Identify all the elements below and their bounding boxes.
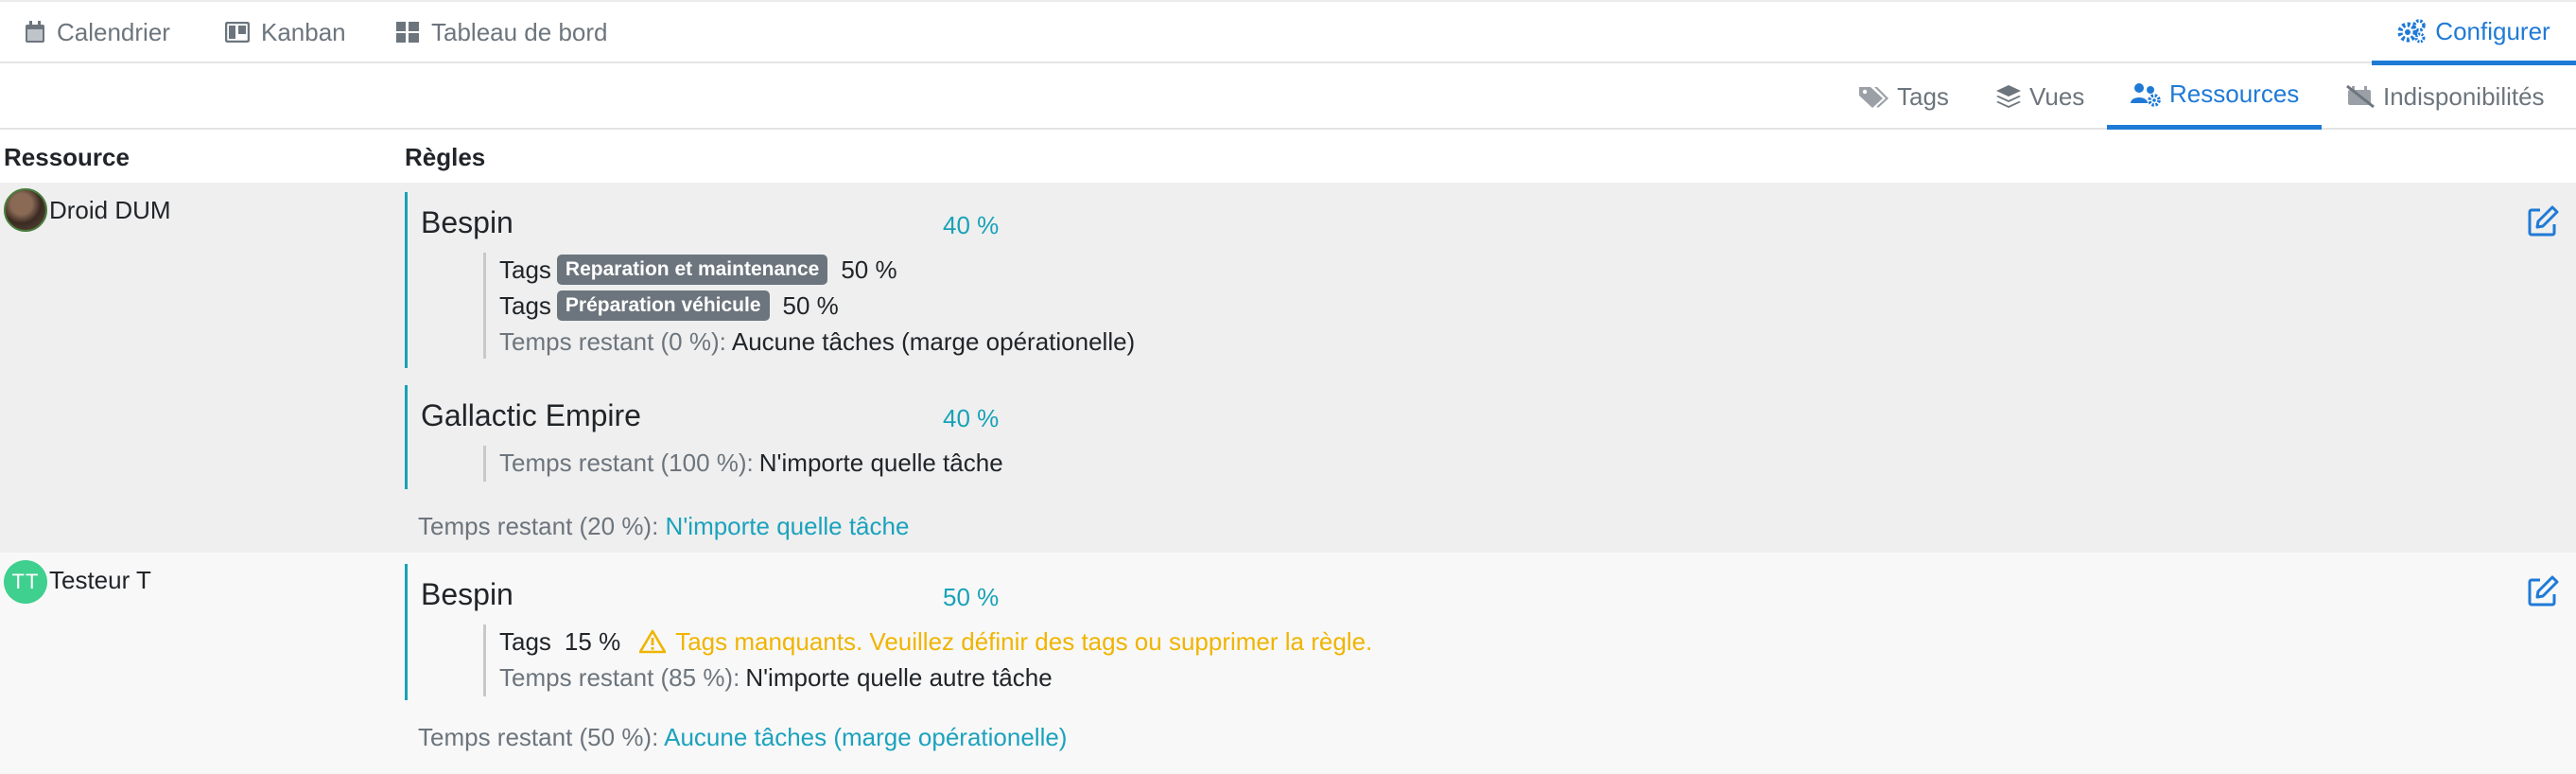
resource-remaining: Temps restant (20 %): N'importe quelle t…: [418, 512, 909, 541]
rule-list: Temps restant (100 %): N'importe quelle …: [483, 446, 1334, 482]
users-gear-icon: [2131, 82, 2161, 107]
tab-resources[interactable]: Ressources: [2107, 63, 2323, 130]
project-percent: 40 %: [943, 211, 1000, 239]
tab-tags-label: Tags: [1897, 81, 1949, 111]
avatar: [4, 188, 47, 232]
dashboard-icon: [396, 22, 419, 43]
rule-remaining: Temps restant (85 %): N'importe quelle a…: [499, 660, 1053, 695]
remaining-value: N'importe quelle autre tâche: [745, 662, 1053, 692]
tab-views[interactable]: Vues: [1973, 63, 2107, 130]
rule-value: 50 %: [841, 255, 897, 284]
resource-name: Droid DUM: [49, 196, 171, 224]
warning-text: Tags manquants. Veuillez définir des tag…: [675, 626, 1373, 656]
warning-icon: [639, 629, 667, 654]
remaining-label: Temps restant (0 %):: [499, 326, 726, 356]
table-row: Droid DUM Bespin 40 % Tags Reparation et…: [0, 183, 2576, 553]
tag-badge: Reparation et maintenance: [556, 255, 828, 285]
table-row: TT Testeur T Bespin 50 % Tags 15 % Tags …: [0, 553, 2576, 774]
kanban-icon: [225, 22, 250, 43]
edit-icon[interactable]: [2527, 205, 2559, 237]
nav-dashboard-label: Tableau de bord: [431, 17, 608, 46]
config-tabs: Tags Vues Ressources Indisponibilités: [0, 63, 2576, 130]
resource-name: Testeur T: [49, 566, 151, 594]
rule-label: Tags: [499, 626, 551, 656]
tab-unavailabilities-label: Indisponibilités: [2383, 81, 2545, 111]
rule-remaining: Temps restant (100 %): N'importe quelle …: [499, 446, 1003, 480]
nav-calendar[interactable]: Calendrier: [25, 15, 170, 49]
unavailable-icon: [2346, 84, 2375, 109]
remaining-label: Temps restant (100 %):: [499, 448, 754, 477]
remaining-value-link[interactable]: Aucune tâches (marge opérationelle): [664, 723, 1067, 751]
tab-tags[interactable]: Tags: [1835, 63, 1972, 130]
remaining-value: N'importe quelle tâche: [758, 448, 1003, 477]
rule-list: Tags Reparation et maintenance 50 % Tags…: [483, 253, 1334, 359]
nav-dashboard[interactable]: Tableau de bord: [395, 15, 607, 49]
calendar-icon: [26, 21, 44, 43]
tag-badge: Préparation véhicule: [556, 290, 770, 321]
gears-icon: [2397, 19, 2427, 44]
tab-resources-label: Ressources: [2169, 79, 2300, 108]
tab-views-label: Vues: [2029, 81, 2085, 111]
project-name: Bespin: [421, 577, 513, 611]
remaining-value-link[interactable]: N'importe quelle tâche: [666, 512, 910, 540]
layers-icon: [1996, 85, 2021, 108]
project-percent: 50 %: [943, 583, 1000, 611]
remaining-label: Temps restant (50 %):: [418, 723, 659, 751]
configure-button[interactable]: Configurer: [2372, 2, 2576, 65]
project-name: Bespin: [421, 205, 513, 239]
rule-warning: Tags manquants. Veuillez définir des tag…: [639, 627, 1372, 657]
rule-item: Tags 15 % Tags manquants. Veuillez défin…: [499, 624, 1372, 659]
resource-remaining: Temps restant (50 %): Aucune tâches (mar…: [418, 723, 1067, 752]
project-name: Gallactic Empire: [421, 398, 641, 432]
remaining-label: Temps restant (20 %):: [418, 512, 659, 540]
nav-kanban[interactable]: Kanban: [225, 15, 346, 49]
column-header-resource: Ressource: [4, 143, 130, 171]
rule-item: Tags Reparation et maintenance 50 %: [499, 253, 897, 287]
rule-label: Tags: [499, 290, 551, 320]
table-header: Ressource Règles: [0, 130, 2576, 183]
edit-icon[interactable]: [2527, 575, 2559, 607]
project-rule-block: Bespin 40 % Tags Reparation et maintenan…: [405, 192, 1350, 368]
tab-unavailabilities[interactable]: Indisponibilités: [2323, 63, 2567, 130]
top-navigation: Calendrier Kanban Tableau de bord Config…: [0, 0, 2576, 65]
nav-calendar-label: Calendrier: [57, 17, 170, 46]
rule-value: 15 %: [564, 626, 621, 656]
rule-remaining: Temps restant (0 %): Aucune tâches (marg…: [499, 325, 1135, 359]
rule-value: 50 %: [782, 290, 839, 320]
column-header-rules: Règles: [405, 143, 486, 171]
remaining-value: Aucune tâches (marge opérationelle): [731, 326, 1136, 356]
avatar: TT: [4, 560, 47, 604]
tags-icon: [1859, 87, 1888, 108]
rule-item: Tags Préparation véhicule 50 %: [499, 289, 839, 323]
nav-kanban-label: Kanban: [261, 17, 346, 46]
remaining-label: Temps restant (85 %):: [499, 662, 740, 692]
project-rule-block: Gallactic Empire 40 % Temps restant (100…: [405, 385, 1350, 489]
project-percent: 40 %: [943, 404, 1000, 432]
rule-label: Tags: [499, 255, 551, 284]
configure-label: Configurer: [2435, 16, 2550, 45]
rule-list: Tags 15 % Tags manquants. Veuillez défin…: [483, 624, 1902, 696]
project-rule-block: Bespin 50 % Tags 15 % Tags manquants. Ve…: [405, 564, 1918, 700]
